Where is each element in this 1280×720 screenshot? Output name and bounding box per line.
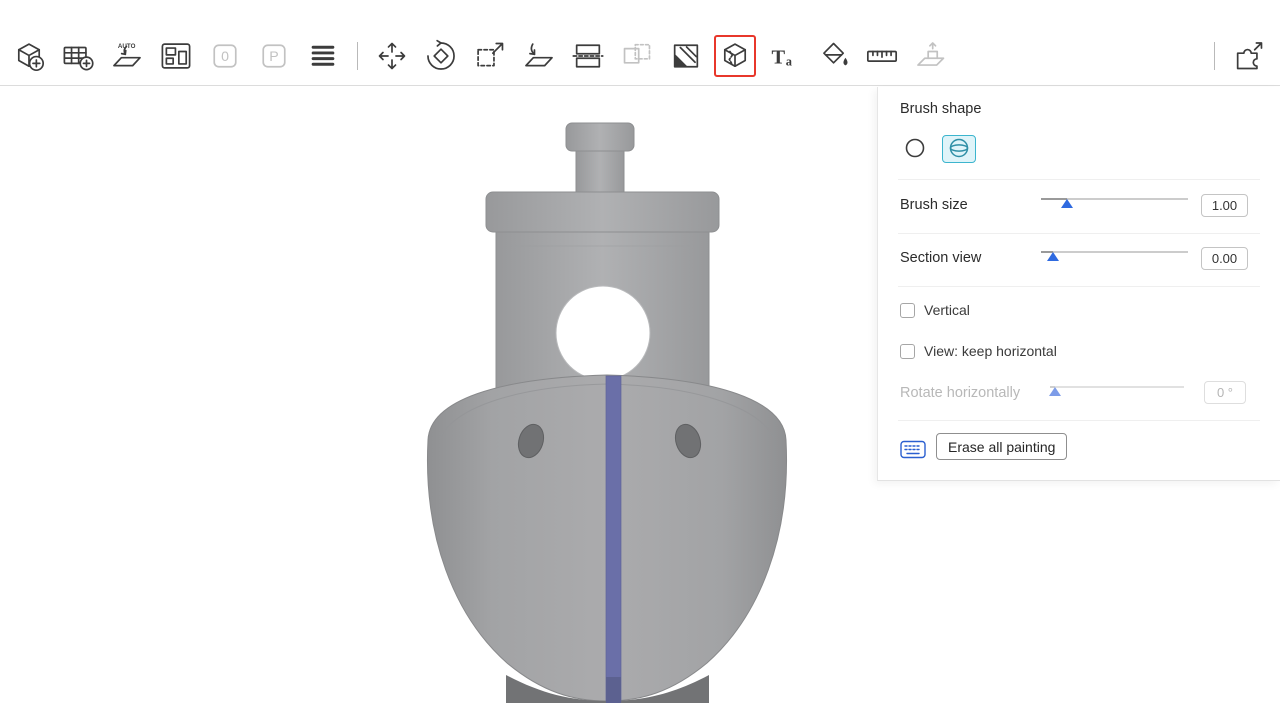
divider xyxy=(898,286,1260,287)
svg-text:P: P xyxy=(269,49,278,65)
keep-horizontal-checkbox-label: View: keep horizontal xyxy=(924,343,1057,359)
add-plate-button[interactable] xyxy=(57,35,99,77)
lay-on-face-button[interactable] xyxy=(518,35,560,77)
sphere-brush-icon xyxy=(947,136,971,163)
plate-plus-icon xyxy=(61,39,95,73)
vertical-checkbox-row[interactable]: Vertical xyxy=(900,302,970,318)
svg-text:a: a xyxy=(786,54,793,68)
arrange-icon xyxy=(159,39,193,73)
paint-icon xyxy=(816,39,850,73)
add-object-button[interactable] xyxy=(8,35,50,77)
section-view-label: Section view xyxy=(900,250,981,266)
text-button[interactable]: Ta xyxy=(763,35,805,77)
svg-text:T: T xyxy=(772,46,786,68)
circle-brush-icon xyxy=(903,136,927,163)
cut-button[interactable] xyxy=(567,35,609,77)
vertical-checkbox-label: Vertical xyxy=(924,302,970,318)
seam-painting-button[interactable] xyxy=(714,35,756,77)
main-toolbar: AUTO 0 P Ta xyxy=(0,0,1280,86)
support-paint-icon xyxy=(669,39,703,73)
vertical-checkbox[interactable] xyxy=(900,303,915,318)
plate-index-0-button: 0 xyxy=(204,35,246,77)
divider xyxy=(898,420,1260,421)
brush-size-slider[interactable] xyxy=(1041,192,1188,208)
seam-painting-panel: Brush shape Brush size xyxy=(877,87,1280,481)
keep-horizontal-checkbox[interactable] xyxy=(900,344,915,359)
slider-handle[interactable] xyxy=(1047,252,1059,261)
cut-icon xyxy=(571,39,605,73)
badge-p-icon: P xyxy=(257,39,291,73)
mirror-button xyxy=(616,35,658,77)
measure-button[interactable] xyxy=(861,35,903,77)
layers-button[interactable] xyxy=(302,35,344,77)
brush-shape-label: Brush shape xyxy=(900,101,981,117)
brush-shape-circle-option[interactable] xyxy=(898,135,932,163)
svg-text:0: 0 xyxy=(221,49,229,65)
move-button[interactable] xyxy=(371,35,413,77)
benchy-model[interactable] xyxy=(410,118,805,703)
arrange-button[interactable] xyxy=(155,35,197,77)
rotate-horizontally-label: Rotate horizontally xyxy=(900,385,1020,401)
assembly-view-button[interactable] xyxy=(1228,35,1270,77)
text-icon: Ta xyxy=(767,39,801,73)
ruler-icon xyxy=(865,39,899,73)
brush-shape-options xyxy=(898,135,976,163)
move-icon xyxy=(375,39,409,73)
assemble-button xyxy=(910,35,952,77)
divider xyxy=(898,179,1260,180)
toolbar-separator xyxy=(357,42,358,70)
3d-viewport[interactable]: Brush shape Brush size xyxy=(0,87,1280,720)
scale-icon xyxy=(473,39,507,73)
mirror-icon xyxy=(620,39,654,73)
plate-index-p-button: P xyxy=(253,35,295,77)
auto-orient-icon: AUTO xyxy=(110,39,144,73)
color-painting-button[interactable] xyxy=(812,35,854,77)
puzzle-icon xyxy=(1232,39,1266,73)
erase-all-painting-button[interactable]: Erase all painting xyxy=(936,433,1067,460)
rotate-button[interactable] xyxy=(420,35,462,77)
support-painting-button[interactable] xyxy=(665,35,707,77)
badge-0-icon: 0 xyxy=(208,39,242,73)
rotate-horizontally-input: 0 ° xyxy=(1204,381,1246,404)
auto-orient-button[interactable]: AUTO xyxy=(106,35,148,77)
brush-size-input[interactable]: 1.00 xyxy=(1201,194,1248,217)
slider-handle xyxy=(1049,387,1061,396)
brush-shape-sphere-option[interactable] xyxy=(942,135,976,163)
cube-plus-icon xyxy=(12,39,46,73)
keep-horizontal-checkbox-row[interactable]: View: keep horizontal xyxy=(900,343,1057,359)
lay-flat-icon xyxy=(522,39,556,73)
divider xyxy=(898,233,1260,234)
brush-size-label: Brush size xyxy=(900,197,968,213)
scale-button[interactable] xyxy=(469,35,511,77)
rotate-icon xyxy=(424,39,458,73)
toolbar-separator xyxy=(1214,42,1215,70)
rotate-horizontally-slider xyxy=(1050,380,1184,396)
layers-icon xyxy=(306,39,340,73)
section-view-input[interactable]: 0.00 xyxy=(1201,247,1248,270)
section-view-slider[interactable] xyxy=(1041,245,1188,261)
assembly-icon xyxy=(914,39,948,73)
slider-handle[interactable] xyxy=(1061,199,1073,208)
seam-icon xyxy=(718,39,752,73)
keyboard-shortcut-icon[interactable] xyxy=(900,440,926,459)
